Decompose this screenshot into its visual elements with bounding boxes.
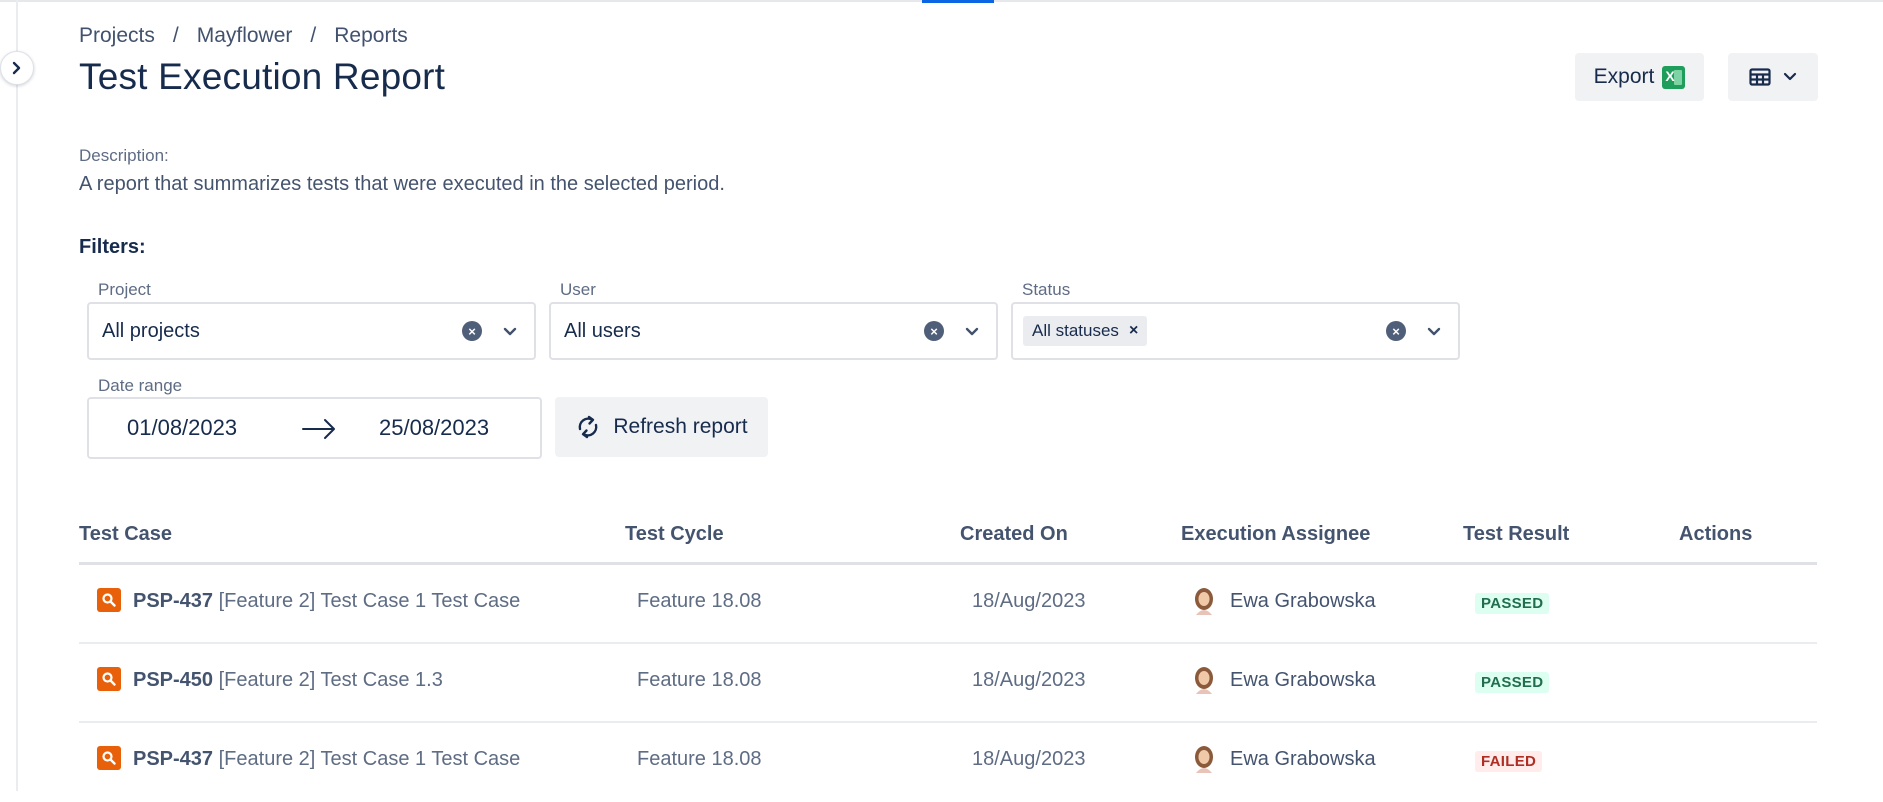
sidebar-rail [16,0,18,791]
status-badge: FAILED [1475,751,1543,772]
breadcrumb-reports[interactable]: Reports [334,24,408,48]
refresh-report-label: Refresh report [613,415,748,438]
search-icon [97,667,121,691]
export-button[interactable]: Export [1575,53,1704,101]
table-row[interactable]: PSP-437 [Feature 2] Test Case 1 Test Cas… [79,723,1817,802]
column-header-execution-assignee[interactable]: Execution Assignee [1181,523,1370,546]
description-label: Description: [79,146,169,165]
project-select-value: All projects [102,319,200,342]
table-header: Test Case Test Cycle Created On Executio… [79,520,1817,565]
column-header-created-on[interactable]: Created On [960,523,1068,546]
test-case-cell[interactable]: PSP-450 [Feature 2] Test Case 1.3 [133,669,443,692]
status-badge: PASSED [1475,593,1550,614]
clear-icon[interactable]: × [1386,321,1406,341]
main-content: Projects / Mayflower / Reports Test Exec… [79,0,1818,791]
status-tag: All statuses × [1023,316,1148,346]
test-case-name: [Feature 2] Test Case 1 Test Case [218,590,521,612]
chevron-right-icon [12,61,21,75]
test-cycle-cell: Feature 18.08 [637,669,762,691]
table-row[interactable]: PSP-437 [Feature 2] Test Case 1 Test Cas… [79,565,1817,644]
status-badge: PASSED [1475,672,1550,693]
test-case-name: [Feature 2] Test Case 1 Test Case [218,748,521,770]
test-cycle-cell: Feature 18.08 [637,748,762,770]
page-title: Test Execution Report [79,56,446,97]
breadcrumb-mayflower[interactable]: Mayflower [197,24,293,48]
avatar [1195,746,1213,773]
test-case-key[interactable]: PSP-450 [133,669,213,691]
breadcrumb-separator: / [310,24,317,47]
test-case-key[interactable]: PSP-437 [133,748,213,770]
chevron-down-icon[interactable] [502,321,518,341]
date-range-picker[interactable]: 01/08/2023 25/08/2023 [87,397,542,459]
date-to-input[interactable]: 25/08/2023 [379,415,489,441]
created-on-cell: 18/Aug/2023 [972,669,1086,691]
remove-tag-icon[interactable]: × [1129,322,1138,340]
test-case-key[interactable]: PSP-437 [133,590,213,612]
column-header-test-cycle[interactable]: Test Cycle [625,523,724,546]
arrow-right-icon [302,419,335,439]
user-select[interactable]: All users × [549,302,998,360]
status-tag-label: All statuses [1032,321,1119,340]
user-select-value: All users [564,319,641,342]
assignee-cell: Ewa Grabowska [1230,669,1376,691]
status-filter-label: Status [1022,280,1071,299]
test-case-name: [Feature 2] Test Case 1.3 [218,669,443,691]
project-select[interactable]: All projects × [87,302,536,360]
status-select[interactable]: All statuses × × [1011,302,1460,360]
description-text: A report that summarizes tests that were… [79,173,725,195]
chevron-down-icon[interactable] [964,321,980,341]
column-header-test-result[interactable]: Test Result [1463,523,1569,546]
search-icon [97,746,121,770]
search-icon [97,588,121,612]
date-range-label: Date range [98,376,183,395]
breadcrumb-projects[interactable]: Projects [79,24,155,48]
column-header-actions: Actions [1679,523,1753,545]
created-on-cell: 18/Aug/2023 [972,590,1086,612]
filters-label: Filters: [79,236,146,258]
clear-icon[interactable]: × [462,321,482,341]
sidebar-expand-button[interactable] [0,51,34,85]
created-on-cell: 18/Aug/2023 [972,748,1086,770]
avatar [1195,588,1213,615]
refresh-icon [578,415,598,439]
chevron-down-icon [1783,72,1797,81]
test-case-cell[interactable]: PSP-437 [Feature 2] Test Case 1 Test Cas… [133,748,520,771]
project-filter-label: Project [98,280,151,299]
date-from-input[interactable]: 01/08/2023 [127,415,237,441]
breadcrumb: Projects / Mayflower / Reports [79,24,408,48]
view-options-button[interactable] [1728,53,1818,101]
assignee-cell: Ewa Grabowska [1230,590,1376,612]
table-row[interactable]: PSP-450 [Feature 2] Test Case 1.3 Featur… [79,644,1817,723]
test-case-cell[interactable]: PSP-437 [Feature 2] Test Case 1 Test Cas… [133,590,520,613]
breadcrumb-separator: / [172,24,179,47]
refresh-report-button[interactable]: Refresh report [555,397,768,457]
table-grid-icon [1749,68,1771,86]
results-table: Test Case Test Cycle Created On Executio… [79,520,1817,802]
user-filter-label: User [560,280,596,299]
assignee-cell: Ewa Grabowska [1230,748,1376,770]
column-header-test-case[interactable]: Test Case [79,523,172,546]
clear-icon[interactable]: × [924,321,944,341]
chevron-down-icon[interactable] [1426,321,1442,341]
excel-icon [1662,65,1686,89]
test-cycle-cell: Feature 18.08 [637,590,762,612]
export-label: Export [1593,65,1655,88]
avatar [1195,667,1213,694]
